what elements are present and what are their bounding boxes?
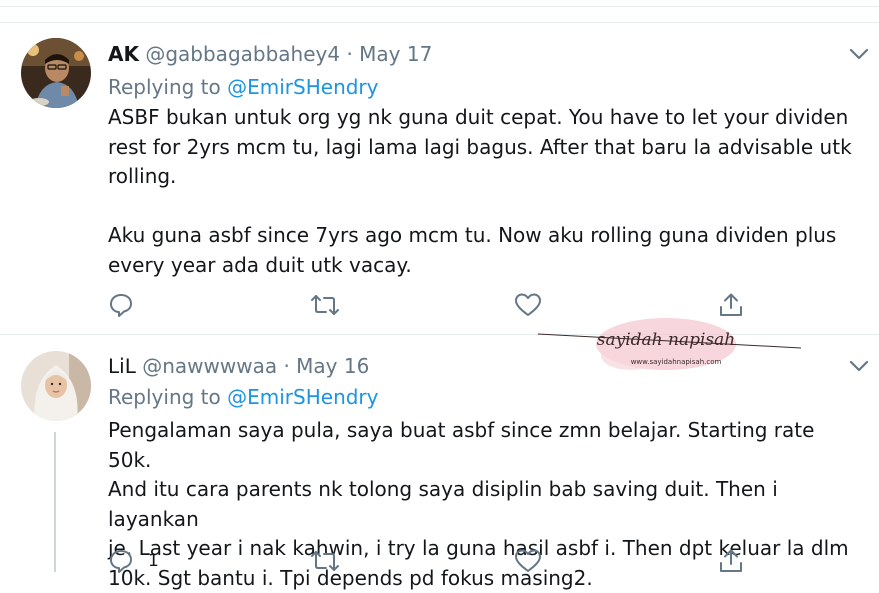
tweet-text-line: rest for 2yrs mcm tu, lagi lama lagi bag… (108, 133, 858, 163)
retweet-button[interactable] (310, 290, 354, 320)
display-name[interactable]: AK (108, 42, 139, 66)
replying-to-label: Replying to (108, 385, 227, 409)
avatar[interactable] (21, 351, 91, 421)
avatar-photo (21, 38, 91, 108)
watermark-url: www.sayidahnapisah.com (631, 358, 722, 366)
watermark-title: sayidah napisah (597, 330, 735, 350)
retweet-button[interactable] (310, 546, 354, 576)
tweet-text-line: rolling. (108, 162, 858, 192)
separator-dot: · (346, 42, 352, 66)
share-icon (718, 548, 744, 574)
tweet-text-line: every year ada duit utk vacay. (108, 251, 858, 281)
tweet-text-line: And itu cara parents nk tolong saya disi… (108, 475, 858, 534)
replying-to: Replying to @EmirSHendry (108, 75, 379, 99)
replying-to: Replying to @EmirSHendry (108, 385, 379, 409)
tweet-text-line: ASBF bukan untuk org yg nk guna duit cep… (108, 103, 858, 133)
tweet-text-line: Pengalaman saya pula, saya buat asbf sin… (108, 416, 858, 475)
retweet-icon (310, 548, 340, 574)
retweet-icon (310, 292, 340, 318)
replying-to-handle[interactable]: @EmirSHendry (227, 385, 378, 409)
reply-icon (108, 292, 134, 318)
display-name[interactable]: ᒪiᒪ (108, 354, 136, 378)
reply-count: 1 (148, 551, 159, 571)
chevron-down-icon[interactable] (846, 44, 872, 64)
separator-dot: · (283, 354, 289, 378)
tweet-text-line: Aku guna asbf since 7yrs ago mcm tu. Now… (108, 221, 858, 251)
user-handle[interactable]: @gabbagabbahey4 (145, 42, 340, 66)
tweet-text-line (108, 192, 858, 222)
tweet-date[interactable]: May 17 (359, 42, 432, 66)
tweet[interactable]: AK @gabbagabbahey4 · May 17 Replying to … (0, 22, 879, 335)
reply-icon (108, 548, 134, 574)
tweet-actions: 1 (108, 546, 748, 576)
reply-button[interactable] (108, 290, 148, 320)
share-button[interactable] (718, 546, 744, 576)
watermark: sayidah napisah www.sayidahnapisah.com (536, 312, 806, 382)
avatar-photo (21, 351, 91, 421)
like-button[interactable] (514, 546, 556, 576)
tweet-date[interactable]: May 16 (296, 354, 369, 378)
tweet-header: AK @gabbagabbahey4 · May 17 (108, 42, 432, 66)
replying-to-handle[interactable]: @EmirSHendry (227, 75, 378, 99)
thread-connector (54, 432, 56, 572)
previous-tweet-divider (0, 0, 879, 23)
reply-button[interactable]: 1 (108, 546, 159, 576)
user-handle[interactable]: @nawwwwaa (142, 354, 277, 378)
like-icon (514, 548, 542, 574)
replying-to-label: Replying to (108, 75, 227, 99)
tweet-text: ASBF bukan untuk org yg nk guna duit cep… (108, 103, 858, 280)
avatar[interactable] (21, 38, 91, 108)
tweet-header: ᒪiᒪ @nawwwwaa · May 16 (108, 354, 369, 378)
chevron-down-icon[interactable] (846, 356, 872, 376)
